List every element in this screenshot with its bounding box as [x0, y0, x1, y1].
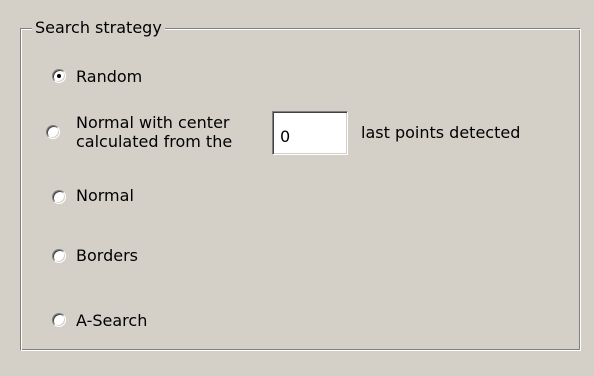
last-points-detected-label: last points detected	[361, 123, 521, 142]
radio-random-label[interactable]: Random	[76, 67, 142, 86]
last-points-count-input[interactable]	[272, 111, 348, 155]
radio-borders-label[interactable]: Borders	[76, 246, 138, 265]
radio-selected-dot	[57, 74, 61, 78]
radio-normal-with-center-label[interactable]: Normal with center calculated from the	[76, 113, 232, 151]
radio-normal-with-center-label-line1: Normal with center	[76, 113, 230, 132]
radio-normal-label[interactable]: Normal	[76, 186, 134, 205]
radio-normal-with-center-label-line2: calculated from the	[76, 132, 233, 151]
radio-a-search-label[interactable]: A-Search	[76, 311, 147, 330]
radio-normal[interactable]	[52, 190, 66, 204]
radio-normal-with-center[interactable]	[46, 125, 60, 139]
groupbox-title: Search strategy	[32, 18, 165, 38]
radio-a-search[interactable]	[52, 313, 66, 327]
radio-borders[interactable]	[52, 249, 66, 263]
radio-random[interactable]	[52, 69, 66, 83]
